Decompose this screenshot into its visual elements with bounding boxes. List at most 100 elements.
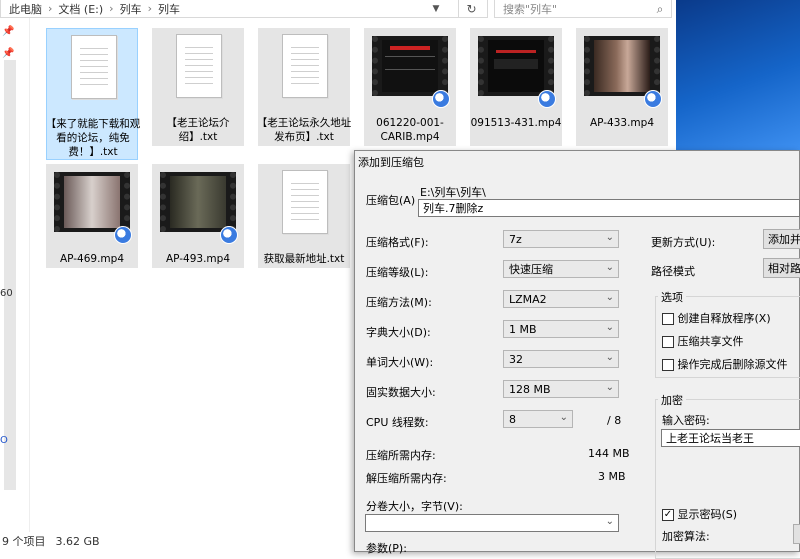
chevron-down-icon: ⌄ <box>605 352 614 363</box>
method-select[interactable]: LZMA2 ⌄ <box>503 290 619 308</box>
file-name: 【老王论坛永久地址发布页】.txt <box>256 117 352 143</box>
breadcrumb-1[interactable]: 文档 (E:) <box>58 1 103 17</box>
address-bar[interactable]: 此电脑 › 文档 (E:) › 列车 › 列车 <box>0 0 488 18</box>
word-value: 32 <box>509 352 523 366</box>
format-value: 7z <box>509 232 522 246</box>
split-select[interactable]: ⌄ <box>365 514 619 532</box>
split-label: 分卷大小，字节(V): <box>366 500 463 513</box>
update-label: 更新方式(U): <box>651 236 716 249</box>
file-item[interactable]: 【老王论坛永久地址发布页】.txt <box>257 28 351 146</box>
enc-method-label: 加密算法: <box>662 530 710 543</box>
file-item[interactable]: 091513-431.mp4 <box>470 28 562 146</box>
status-bar: 9 个项目 3.62 GB <box>0 530 360 552</box>
dialog-title: 添加到压缩包 <box>358 156 424 169</box>
opt-shared[interactable]: 压缩共享文件 <box>662 333 744 349</box>
show-password[interactable]: ✓ 显示密码(S) <box>662 506 737 522</box>
word-select[interactable]: 32 ⌄ <box>503 350 619 368</box>
format-label: 压缩格式(F): <box>366 236 429 249</box>
search-input[interactable]: 搜索"列车" <box>494 0 672 18</box>
chevron-right-icon: › <box>48 2 53 15</box>
enc-method-select[interactable] <box>793 524 800 544</box>
file-name: AP-469.mp4 <box>59 253 125 265</box>
pin-icon: 📌 <box>2 26 15 37</box>
player-badge-icon <box>114 226 132 244</box>
video-thumbnail <box>372 36 448 96</box>
refresh-icon[interactable]: ↻ <box>458 0 484 18</box>
nav-item-text: 60 <box>0 288 13 299</box>
file-name: 091513-431.mp4 <box>470 117 562 129</box>
file-name: 【来了就能下载和观看的论坛，纯免费！】.txt <box>45 118 141 158</box>
checkbox[interactable] <box>662 359 674 371</box>
archive-name-input[interactable]: 列车.7删除z <box>418 199 800 217</box>
mem-decomp-value: 3 MB <box>598 470 626 483</box>
chevron-down-icon: ⌄ <box>605 322 614 333</box>
cpu-select[interactable]: 8 ⌄ <box>503 410 573 428</box>
dict-value: 1 MB <box>509 322 537 336</box>
options-title: 选项 <box>658 289 686 305</box>
password-input[interactable]: 上老王论坛当老王 <box>661 429 800 447</box>
chevron-down-icon: ⌄ <box>605 292 614 303</box>
chevron-down-icon: ⌄ <box>605 382 614 393</box>
dict-select[interactable]: 1 MB ⌄ <box>503 320 619 338</box>
video-thumbnail <box>160 172 236 232</box>
file-item[interactable]: 061220-001-CARIB.mp4 <box>364 28 456 146</box>
chevron-right-icon: › <box>109 2 114 15</box>
text-file-icon <box>282 170 328 234</box>
text-file-icon <box>176 34 222 98</box>
player-badge-icon <box>220 226 238 244</box>
file-item[interactable]: AP-493.mp4 <box>152 164 244 268</box>
format-select[interactable]: 7z ⌄ <box>503 230 619 248</box>
opt-delete-label: 操作完成后删除源文件 <box>677 358 788 371</box>
checkbox[interactable]: ✓ <box>662 509 674 521</box>
pwd-label: 输入密码: <box>662 414 710 427</box>
path-select[interactable]: 相对路径 <box>763 258 800 278</box>
dict-label: 字典大小(D): <box>366 326 431 339</box>
archive-label: 压缩包(A) <box>366 194 416 207</box>
nav-scrollbar[interactable] <box>4 60 16 490</box>
player-badge-icon <box>432 90 450 108</box>
method-value: LZMA2 <box>509 292 547 306</box>
file-item[interactable]: AP-433.mp4 <box>576 28 668 146</box>
player-badge-icon <box>644 90 662 108</box>
opt-delete[interactable]: 操作完成后删除源文件 <box>662 356 788 372</box>
checkbox[interactable] <box>662 313 674 325</box>
update-select[interactable]: 添加并替 <box>763 229 800 249</box>
breadcrumb-2[interactable]: 列车 <box>120 1 142 17</box>
file-name: AP-493.mp4 <box>165 253 231 265</box>
video-thumbnail <box>54 172 130 232</box>
text-file-icon <box>71 35 117 99</box>
text-file-icon <box>282 34 328 98</box>
file-item[interactable]: AP-469.mp4 <box>46 164 138 268</box>
file-item[interactable]: 【老王论坛介绍】.txt <box>152 28 244 146</box>
breadcrumb-0[interactable]: 此电脑 <box>9 1 42 17</box>
solid-label: 固实数据大小: <box>366 386 436 399</box>
params-label: 参数(P): <box>366 542 407 555</box>
checkbox[interactable] <box>662 336 674 348</box>
breadcrumb-3[interactable]: 列车 <box>158 1 180 17</box>
cpu-value: 8 <box>509 412 516 426</box>
level-value: 快速压缩 <box>509 263 553 276</box>
file-item[interactable]: 【来了就能下载和观看的论坛，纯免费！】.txt <box>46 28 140 160</box>
chevron-down-icon: ⌄ <box>605 262 614 273</box>
search-icon[interactable]: ⌕ <box>650 0 670 18</box>
player-badge-icon <box>538 90 556 108</box>
chevron-down-icon: ⌄ <box>559 412 568 423</box>
level-select[interactable]: 快速压缩 ⌄ <box>503 260 619 278</box>
desktop-background <box>676 0 800 150</box>
solid-select[interactable]: 128 MB ⌄ <box>503 380 619 398</box>
mem-decomp-label: 解压缩所需内存: <box>366 472 447 485</box>
word-label: 单词大小(W): <box>366 356 434 369</box>
file-item[interactable]: 获取最新地址.txt <box>258 164 350 268</box>
opt-sfx[interactable]: 创建自释放程序(X) <box>662 310 771 326</box>
level-label: 压缩等级(L): <box>366 266 429 279</box>
cpu-label: CPU 线程数: <box>366 416 429 429</box>
video-thumbnail <box>584 36 660 96</box>
chevron-down-icon[interactable]: ▼ <box>425 0 447 18</box>
file-name: AP-433.mp4 <box>589 117 655 129</box>
method-label: 压缩方法(M): <box>366 296 432 309</box>
chevron-down-icon: ⌄ <box>605 232 614 243</box>
opt-shared-label: 压缩共享文件 <box>677 335 744 348</box>
mem-comp-label: 压缩所需内存: <box>366 449 436 462</box>
file-name: 【老王论坛介绍】.txt <box>166 117 230 143</box>
file-name: 061220-001-CARIB.mp4 <box>376 117 444 143</box>
